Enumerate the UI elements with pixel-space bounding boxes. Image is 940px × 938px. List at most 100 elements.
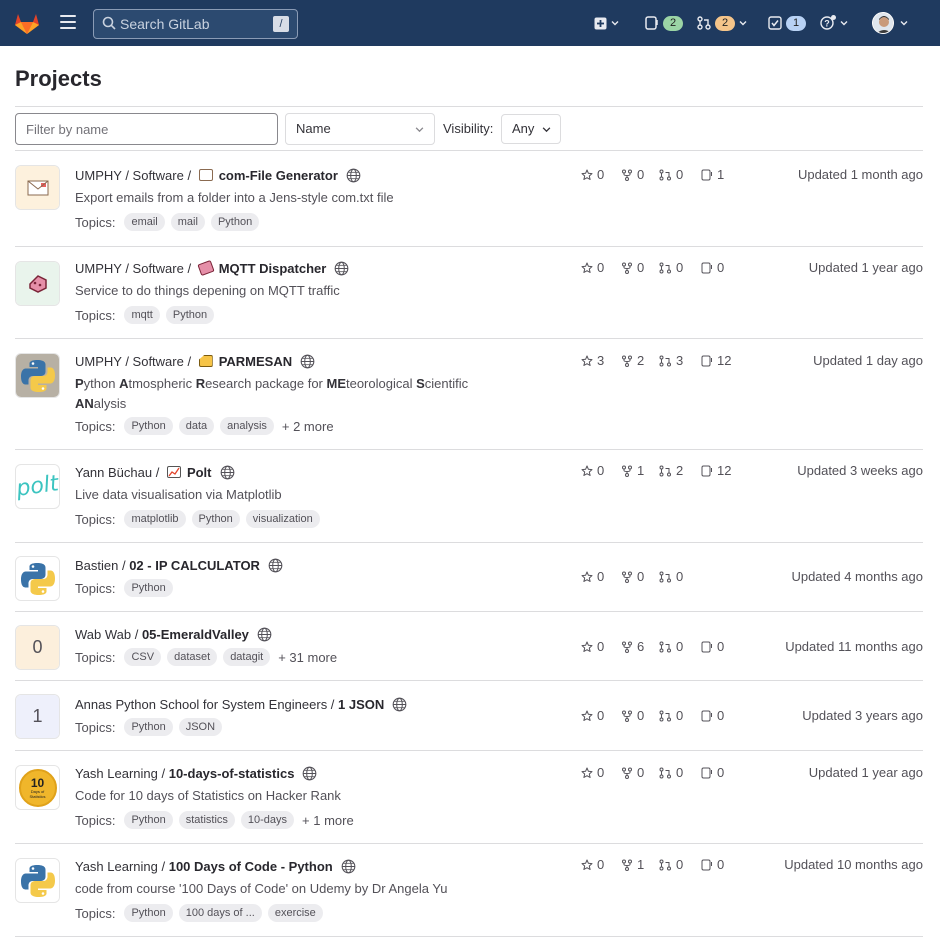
topic-badge[interactable]: email (124, 213, 165, 231)
project-title-link[interactable]: Yann Büchau / Polt (75, 464, 235, 480)
project-name[interactable]: 100 Days of Code - Python (169, 859, 333, 874)
issues-stat[interactable]: 12 (701, 463, 741, 478)
forks-stat[interactable]: 0 (621, 260, 659, 275)
merge-requests-stat[interactable]: 2 (659, 463, 701, 478)
search-input[interactable] (120, 15, 270, 33)
topic-badge[interactable]: mail (170, 213, 205, 231)
stars-stat[interactable]: 0 (581, 708, 621, 723)
help-dropdown[interactable]: ? (820, 13, 848, 33)
stars-stat[interactable]: 0 (581, 569, 621, 584)
topic-badge[interactable]: matplotlib (124, 510, 186, 528)
user-avatar[interactable] (872, 12, 894, 34)
topic-badge[interactable]: Python (210, 213, 260, 231)
merge-requests-stat[interactable]: 0 (659, 260, 701, 275)
project-namespace[interactable]: UMPHY / Software / (75, 261, 195, 276)
project-name[interactable]: MQTT Dispatcher (219, 261, 327, 276)
issues-nav[interactable]: 2 (645, 13, 683, 33)
issues-stat[interactable]: 1 (701, 167, 741, 182)
topic-badge[interactable]: statistics (178, 811, 235, 829)
forks-stat[interactable]: 2 (621, 353, 659, 368)
project-name[interactable]: com-File Generator (219, 168, 338, 183)
project-name[interactable]: 02 - IP CALCULATOR (129, 558, 260, 573)
topic-badge[interactable]: 100 days of ... (178, 904, 262, 922)
more-topics-link[interactable]: + 31 more (278, 650, 337, 665)
new-item-dropdown[interactable] (594, 13, 619, 33)
topic-badge[interactable]: Python (124, 417, 173, 435)
stars-stat[interactable]: 3 (581, 353, 621, 368)
project-namespace[interactable]: Bastien / (75, 558, 129, 573)
project-name[interactable]: PARMESAN (219, 354, 292, 369)
forks-stat[interactable]: 6 (621, 639, 659, 654)
sort-dropdown[interactable]: Name (285, 113, 435, 145)
topic-badge[interactable]: Python (124, 904, 173, 922)
project-namespace[interactable]: Annas Python School for System Engineers… (75, 697, 338, 712)
project-avatar[interactable]: polt (15, 464, 60, 509)
filter-by-name-input[interactable] (15, 113, 278, 145)
project-namespace[interactable]: Yash Learning / (75, 766, 169, 781)
merge-requests-stat[interactable]: 0 (659, 167, 701, 182)
project-avatar[interactable] (15, 556, 60, 601)
topic-badge[interactable]: data (178, 417, 215, 435)
topic-badge[interactable]: visualization (245, 510, 320, 528)
visibility-dropdown[interactable]: Any (501, 114, 561, 144)
merge-requests-stat[interactable]: 0 (659, 857, 701, 872)
issues-stat[interactable]: 0 (701, 260, 741, 275)
project-namespace[interactable]: UMPHY / Software / (75, 168, 195, 183)
topic-badge[interactable]: CSV (124, 648, 162, 666)
topic-badge[interactable]: JSON (178, 718, 223, 736)
project-avatar[interactable]: 10 Days of Statistics (15, 765, 60, 810)
more-topics-link[interactable]: + 1 more (302, 813, 354, 828)
project-name[interactable]: 1 JSON (338, 697, 384, 712)
topic-badge[interactable]: exercise (267, 904, 323, 922)
topic-badge[interactable]: Python (124, 579, 173, 597)
merge-requests-stat[interactable]: 0 (659, 639, 701, 654)
project-title-link[interactable]: Bastien / 02 - IP CALCULATOR (75, 557, 283, 573)
gitlab-logo-icon[interactable] (14, 11, 40, 35)
project-title-link[interactable]: UMPHY / Software / com-File Generator (75, 167, 361, 183)
topic-badge[interactable]: Python (165, 306, 215, 324)
project-namespace[interactable]: UMPHY / Software / (75, 354, 195, 369)
project-title-link[interactable]: Yash Learning / 100 Days of Code - Pytho… (75, 858, 356, 874)
project-namespace[interactable]: Yann Büchau / (75, 465, 163, 480)
menu-icon[interactable] (60, 15, 76, 29)
stars-stat[interactable]: 0 (581, 463, 621, 478)
forks-stat[interactable]: 0 (621, 167, 659, 182)
issues-stat[interactable]: 0 (701, 857, 741, 872)
project-avatar[interactable] (15, 858, 60, 903)
project-name[interactable]: Polt (187, 465, 212, 480)
project-title-link[interactable]: Wab Wab / 05-EmeraldValley (75, 626, 272, 642)
merge-requests-stat[interactable]: 0 (659, 569, 701, 584)
project-title-link[interactable]: UMPHY / Software / PARMESAN (75, 353, 315, 369)
issues-stat[interactable]: 0 (701, 765, 741, 780)
project-name[interactable]: 05-EmeraldValley (142, 627, 249, 642)
topic-badge[interactable]: Python (124, 811, 173, 829)
more-topics-link[interactable]: + 2 more (282, 419, 334, 434)
project-avatar[interactable] (15, 165, 60, 210)
merge-requests-nav[interactable]: 2 (697, 13, 747, 33)
stars-stat[interactable]: 0 (581, 857, 621, 872)
topic-badge[interactable]: Python (191, 510, 240, 528)
topic-badge[interactable]: 10-days (240, 811, 295, 829)
project-namespace[interactable]: Wab Wab / (75, 627, 142, 642)
project-title-link[interactable]: UMPHY / Software / MQTT Dispatcher (75, 259, 349, 277)
stars-stat[interactable]: 0 (581, 639, 621, 654)
project-avatar[interactable]: 1 (15, 694, 60, 739)
search-box[interactable]: / (93, 9, 298, 39)
issues-stat[interactable]: 0 (701, 708, 741, 723)
stars-stat[interactable]: 0 (581, 260, 621, 275)
merge-requests-stat[interactable]: 0 (659, 708, 701, 723)
merge-requests-stat[interactable]: 0 (659, 765, 701, 780)
project-title-link[interactable]: Annas Python School for System Engineers… (75, 696, 407, 712)
topic-badge[interactable]: analysis (220, 417, 274, 435)
todos-nav[interactable]: 1 (768, 13, 806, 33)
project-avatar[interactable]: 0 (15, 625, 60, 670)
stars-stat[interactable]: 0 (581, 765, 621, 780)
forks-stat[interactable]: 1 (621, 857, 659, 872)
issues-stat[interactable]: 0 (701, 639, 741, 654)
project-name[interactable]: 10-days-of-statistics (169, 766, 295, 781)
user-menu-chevron[interactable] (900, 13, 908, 33)
project-avatar[interactable] (15, 353, 60, 398)
merge-requests-stat[interactable]: 3 (659, 353, 701, 368)
project-avatar[interactable] (15, 261, 60, 306)
issues-stat[interactable]: 12 (701, 353, 741, 368)
